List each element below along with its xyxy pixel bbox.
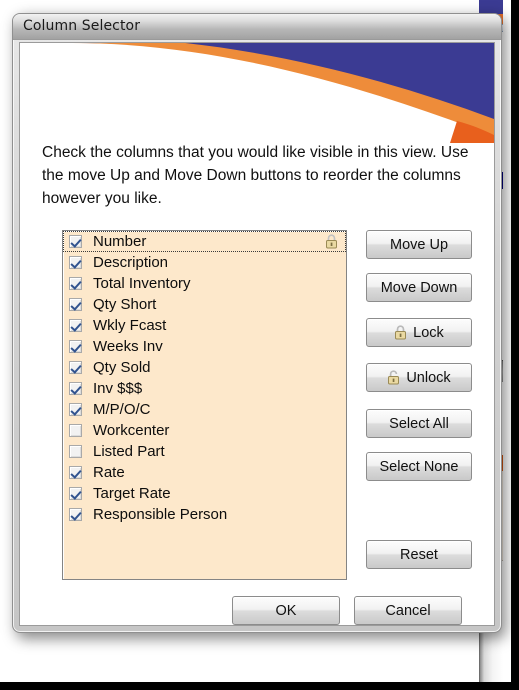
checkbox-checked-icon[interactable] [69,382,82,395]
checkbox-checked-icon[interactable] [69,340,82,353]
column-list-item-label: Total Inventory [93,275,191,292]
banner-graphic [20,43,494,143]
move-up-button[interactable]: Move Up [366,230,472,259]
column-list-item[interactable]: Total Inventory [63,273,346,294]
select-none-label: Select None [379,458,459,475]
unlock-button[interactable]: Unlock [366,363,472,392]
column-list-item[interactable]: Target Rate [63,483,346,504]
screen: Grin Grin ble e, e, opu I00 A Column Sel… [0,0,519,690]
column-list-item[interactable]: Rate [63,462,346,483]
dialog-body: Check the columns that you would like vi… [19,42,495,626]
move-down-button[interactable]: Move Down [366,273,472,302]
checkbox-checked-icon[interactable] [69,256,82,269]
column-list[interactable]: Number Description Total Inventory Qty Shor… [62,230,347,580]
reset-button[interactable]: Reset [366,540,472,569]
checkbox-unchecked-icon[interactable] [69,424,82,437]
select-all-label: Select All [389,415,449,432]
reset-label: Reset [400,546,438,563]
cancel-button[interactable]: Cancel [354,596,462,625]
column-list-item[interactable]: Qty Sold [63,357,346,378]
checkbox-checked-icon[interactable] [69,298,82,311]
checkbox-checked-icon[interactable] [69,235,82,248]
banner-swoosh-svg [72,43,494,143]
select-none-button[interactable]: Select None [366,452,472,481]
checkbox-unchecked-icon[interactable] [69,445,82,458]
checkbox-checked-icon[interactable] [69,403,82,416]
move-down-label: Move Down [380,279,458,296]
column-list-item-label: Number [93,233,147,250]
column-list-item-label: M/P/O/C [93,401,151,418]
lock-closed-icon [325,234,338,249]
column-list-item[interactable]: Wkly Fcast [63,315,346,336]
column-list-item-label: Workcenter [93,422,170,439]
column-list-item-label: Target Rate [93,485,171,502]
column-list-item-label: Weeks Inv [93,338,163,355]
lock-closed-icon [394,325,407,340]
column-list-item-label: Qty Short [93,296,157,313]
column-list-item[interactable]: Responsible Person [63,504,346,525]
column-list-item[interactable]: Number [63,231,346,252]
column-list-item[interactable]: Workcenter [63,420,346,441]
ok-button[interactable]: OK [232,596,340,625]
column-list-item[interactable]: M/P/O/C [63,399,346,420]
select-all-button[interactable]: Select All [366,409,472,438]
ok-label: OK [275,602,297,619]
unlock-label: Unlock [406,369,451,386]
column-list-item[interactable]: Qty Short [63,294,346,315]
column-list-item-label: Qty Sold [93,359,151,376]
checkbox-checked-icon[interactable] [69,319,82,332]
column-list-item-label: Description [93,254,169,271]
checkbox-checked-icon[interactable] [69,508,82,521]
lock-open-icon [387,370,400,385]
cancel-label: Cancel [385,602,431,619]
lock-button[interactable]: Lock [366,318,472,347]
column-list-item[interactable]: Weeks Inv [63,336,346,357]
lock-label: Lock [413,324,444,341]
column-list-item-label: Listed Part [93,443,165,460]
column-list-item[interactable]: Inv $$$ [63,378,346,399]
column-list-item[interactable]: Listed Part [63,441,346,462]
column-list-item-label: Responsible Person [93,506,228,523]
banner-blue-shape [80,43,494,129]
column-list-item[interactable]: Description [63,252,346,273]
column-selector-dialog: Column Selector Check the columns that y… [12,13,502,633]
instructions-text: Check the columns that you would like vi… [42,144,469,207]
dialog-title: Column Selector [23,18,141,34]
checkbox-checked-icon[interactable] [69,487,82,500]
checkbox-checked-icon[interactable] [69,466,82,479]
column-list-item-label: Wkly Fcast [93,317,167,334]
checkbox-checked-icon[interactable] [69,361,82,374]
column-list-item-label: Inv $$$ [93,380,143,397]
dialog-titlebar[interactable]: Column Selector [13,14,501,40]
move-up-label: Move Up [389,236,449,253]
checkbox-checked-icon[interactable] [69,277,82,290]
column-list-item-label: Rate [93,464,125,481]
